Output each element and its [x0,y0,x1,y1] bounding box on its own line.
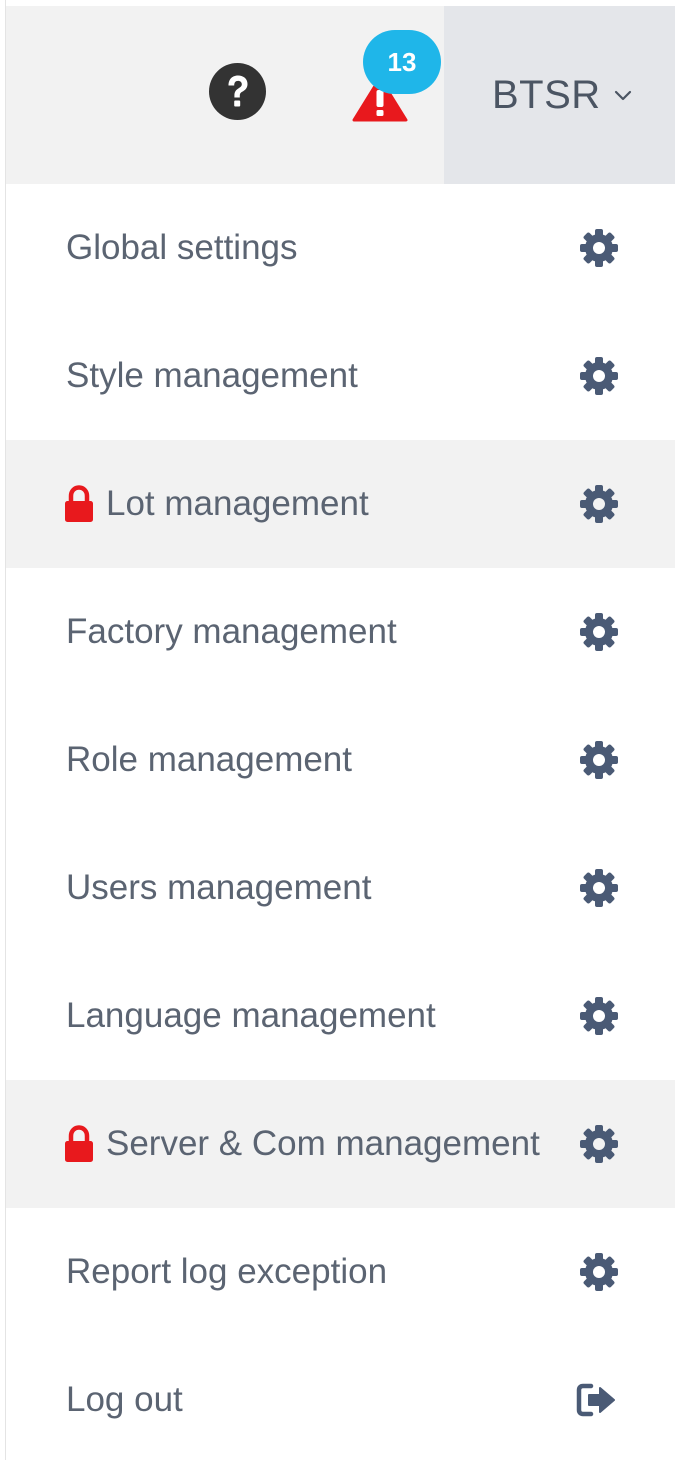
menu-item-lot-management[interactable]: Lot management [6,440,675,568]
alert-count-badge: 13 [363,30,441,94]
gear-icon [579,868,619,908]
gear-icon [579,228,619,268]
menu-item-role-management[interactable]: Role management [6,696,675,824]
gear-icon [579,356,619,396]
user-dropdown-panel: 13 BTSR Global settings Style management [0,0,675,1460]
gear-icon [579,1252,619,1292]
menu-item-label: Role management [66,740,352,779]
user-name: BTSR [492,72,601,117]
lock-icon [63,485,95,523]
gear-icon [579,484,619,524]
lock-icon [63,1125,95,1163]
menu-item-language-management[interactable]: Language management [6,952,675,1080]
settings-menu: Global settings Style management Lot man… [6,184,675,1464]
menu-item-label: Lot management [106,484,369,523]
menu-item-label: Factory management [66,612,397,651]
help-button[interactable] [209,63,266,120]
gear-icon [579,612,619,652]
menu-item-users-management[interactable]: Users management [6,824,675,952]
menu-item-log-out[interactable]: Log out [6,1336,675,1464]
gear-icon [579,740,619,780]
menu-item-global-settings[interactable]: Global settings [6,184,675,312]
menu-item-label: Language management [66,996,436,1035]
chevron-down-icon [614,90,631,101]
menu-item-label: Users management [66,868,372,907]
menu-item-label: Style management [66,356,358,395]
menu-item-style-management[interactable]: Style management [6,312,675,440]
question-circle-icon [209,63,266,120]
menu-item-factory-management[interactable]: Factory management [6,568,675,696]
sign-out-icon [576,1383,618,1417]
gear-icon [579,1124,619,1164]
top-header: 13 BTSR [6,6,675,184]
gear-icon [579,996,619,1036]
menu-item-label: Log out [66,1380,183,1419]
menu-item-server-com-management[interactable]: Server & Com management [6,1080,675,1208]
user-menu-toggle[interactable]: BTSR [444,6,675,184]
menu-item-label: Server & Com management [106,1124,540,1163]
menu-item-label: Global settings [66,228,298,267]
menu-item-label: Report log exception [66,1252,388,1291]
menu-item-report-log-exception[interactable]: Report log exception [6,1208,675,1336]
